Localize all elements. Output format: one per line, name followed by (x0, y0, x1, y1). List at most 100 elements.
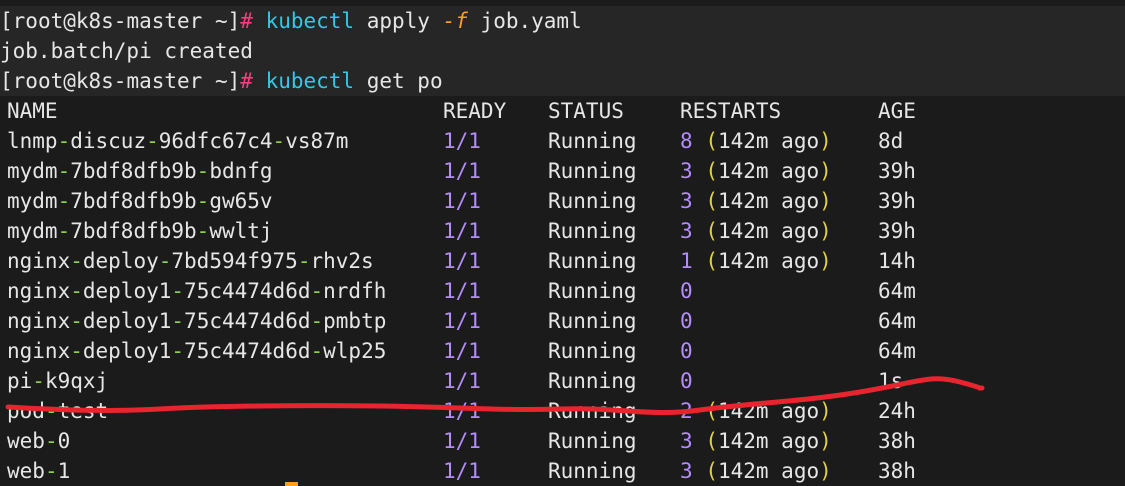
table-row: nginx-deploy1-75c4474d6d-wlp25 1/1 Running… (0, 336, 1125, 366)
column-header-ready: READY (443, 99, 507, 123)
restart-age: 142m ago (717, 219, 820, 243)
restart-count: 1 (680, 249, 693, 273)
paren-close: ) (819, 129, 832, 153)
pod-status: Running (548, 429, 637, 453)
table-row: mydm-7bdf8dfb9b-bdnfg 1/1 Running 3 (142m a… (0, 156, 1125, 186)
text-cursor (285, 482, 298, 486)
paren-close: ) (819, 429, 832, 453)
pod-restarts: 1 (142m ago) (680, 246, 832, 276)
prompt-path: ~ (202, 69, 228, 93)
pod-ready: 1/1 (443, 429, 481, 453)
name-part: nginx (7, 249, 71, 273)
name-dash: - (70, 249, 83, 273)
restart-count: 3 (680, 159, 693, 183)
paren-open: ( (705, 429, 718, 453)
pod-restarts: 0 (680, 366, 693, 396)
name-part: deploy1 (82, 309, 172, 333)
name-dash: - (44, 429, 58, 453)
apply-output-line: job.batch/pi created (0, 36, 1125, 66)
paren-open: ( (705, 129, 718, 153)
name-dash: - (297, 249, 311, 273)
name-part: 7bdf8dfb9b (70, 219, 197, 243)
paren-close: ) (819, 219, 832, 243)
restart-age: 142m ago (717, 399, 820, 423)
name-part: deploy (82, 249, 159, 273)
table-row: web-0 1/1 Running 3 (142m ago) 38h (0, 426, 1125, 456)
pod-ready: 1/1 (443, 279, 481, 303)
pod-name: lnmp-discuz-96dfc67c4-vs87m (7, 126, 348, 156)
pod-status: Running (548, 279, 637, 303)
prompt-symbol: # (240, 9, 253, 33)
pod-age: 1s (878, 369, 904, 393)
paren-open: ( (705, 159, 718, 183)
name-dash: - (146, 129, 159, 153)
pod-status: Running (548, 189, 637, 213)
pod-status: Running (548, 219, 637, 243)
pod-age: 64m (878, 279, 916, 303)
pod-age: 64m (878, 339, 916, 363)
table-row: mydm-7bdf8dfb9b-gw65v 1/1 Running 3 (142m a… (0, 186, 1125, 216)
pod-age: 24h (878, 399, 916, 423)
name-part: vs87m (285, 129, 349, 153)
name-dash: - (57, 129, 71, 153)
table-row: nginx-deploy1-75c4474d6d-pmbtp 1/1 Running… (0, 306, 1125, 336)
restart-count: 0 (680, 279, 693, 303)
name-part: nginx (7, 309, 71, 333)
pod-name: nginx-deploy1-75c4474d6d-nrdfh (7, 276, 386, 306)
restart-count: 0 (680, 309, 693, 333)
restart-count: 2 (680, 399, 693, 423)
name-part: deploy1 (82, 339, 172, 363)
table-row: lnmp-discuz-96dfc67c4-vs87m 1/1 Running 8 (… (0, 126, 1125, 156)
column-header-age: AGE (878, 99, 916, 123)
name-part: nginx (7, 339, 71, 363)
pod-age: 39h (878, 219, 916, 243)
pod-restarts: 3 (142m ago) (680, 186, 832, 216)
name-dash: - (44, 459, 58, 483)
pod-ready: 1/1 (443, 159, 481, 183)
name-part: gw65v (209, 189, 273, 213)
pod-restarts: 3 (142m ago) (680, 426, 832, 456)
name-part: 0 (57, 429, 71, 453)
pod-restarts: 3 (142m ago) (680, 156, 832, 186)
prompt-line-1: [root@k8s-master ~]# kubectl apply -f jo… (0, 6, 1125, 36)
name-part: mydm (7, 159, 58, 183)
pod-ready: 1/1 (443, 249, 481, 273)
pod-ready: 1/1 (443, 189, 481, 213)
pod-name: mydm-7bdf8dfb9b-wwltj (7, 216, 273, 246)
name-part: wlp25 (323, 339, 387, 363)
pod-status: Running (548, 399, 637, 423)
restart-age: 142m ago (717, 429, 820, 453)
pod-restarts: 0 (680, 276, 693, 306)
pod-restarts: 2 (142m ago) (680, 396, 832, 426)
paren-open: ( (705, 219, 718, 243)
pod-restarts: 0 (680, 306, 693, 336)
pod-ready: 1/1 (443, 309, 481, 333)
name-part: 7bd594f975 (171, 249, 298, 273)
restart-age: 142m ago (717, 159, 820, 183)
pod-age: 39h (878, 159, 916, 183)
restart-count: 0 (680, 339, 693, 363)
name-part: web (7, 459, 45, 483)
name-dash: - (44, 399, 58, 423)
pod-status: Running (548, 339, 637, 363)
paren-close: ) (819, 189, 832, 213)
terminal-window[interactable]: [root@k8s-master ~]# kubectl apply -f jo… (0, 0, 1125, 486)
restart-count: 8 (680, 129, 693, 153)
pod-restarts: 3 (142m ago) (680, 216, 832, 246)
prompt-bracket: [ (0, 69, 13, 93)
command-binary: kubectl (265, 9, 355, 33)
pod-name: mydm-7bdf8dfb9b-gw65v (7, 186, 273, 216)
pod-ready: 1/1 (443, 399, 481, 423)
pod-ready: 1/1 (443, 369, 481, 393)
name-part: nginx (7, 279, 71, 303)
name-part: 75c4474d6d (184, 279, 311, 303)
apply-output: job.batch/pi created (0, 39, 253, 63)
restart-age: 142m ago (717, 189, 820, 213)
name-dash: - (272, 129, 286, 153)
